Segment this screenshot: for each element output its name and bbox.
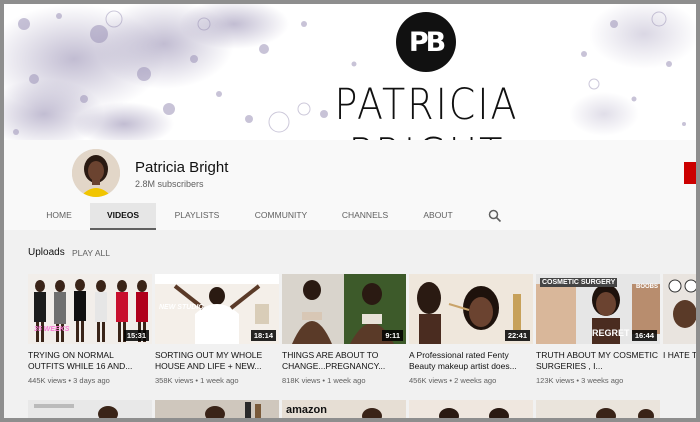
thumbnail-image: amazon	[282, 400, 406, 418]
video-meta: 818K views • 1 week ago	[282, 376, 366, 385]
subscribe-button[interactable]	[684, 162, 696, 184]
video-duration: 9:11	[382, 330, 403, 341]
video-meta: 123K views • 3 weeks ago	[536, 376, 624, 385]
video-card[interactable]: NEW STUDIO 18:14 SORTING OUT MY WHOLE HO…	[155, 274, 279, 385]
video-card[interactable]: 35 WEEKS 15:31 TRYING ON NORMAL OUTFITS …	[28, 274, 152, 385]
video-duration: 15:31	[123, 330, 149, 341]
video-thumbnail-row2[interactable]	[155, 400, 279, 418]
pb-logo-text: PB	[408, 26, 446, 58]
video-title[interactable]: A Professional rated Fenty Beauty makeup…	[409, 350, 533, 372]
banner-title: PATRICIA BRIGHT	[334, 80, 519, 140]
subscriber-count: 2.8M subscribers	[135, 179, 204, 189]
video-thumbnail-row2[interactable]: amazon	[282, 400, 406, 418]
video-thumbnail[interactable]: 35 WEEKS 15:31	[28, 274, 152, 344]
video-meta: 456K views • 2 weeks ago	[409, 376, 497, 385]
thumbnail-caption: 35 WEEKS	[34, 326, 70, 333]
thumbnail-caption: COSMETIC SURGERY	[540, 278, 618, 287]
thumbnail-image	[28, 400, 152, 418]
thumbnail-image	[155, 400, 279, 418]
avatar-portrait	[72, 149, 120, 197]
thumbnail-caption: NEW STUDIO	[159, 304, 204, 311]
tab-channels[interactable]: CHANNELS	[331, 203, 399, 228]
play-all-button[interactable]: PLAY ALL	[72, 248, 110, 258]
tab-home[interactable]: HOME	[32, 203, 86, 228]
video-card[interactable]: 9:11 THINGS ARE ABOUT TO CHANGE...PREGNA…	[282, 274, 406, 385]
thumbnail-caption-boobs: BOOBS	[636, 284, 659, 290]
thumbnail-image	[663, 274, 696, 344]
video-title[interactable]: TRYING ON NORMAL OUTFITS WHILE 16 AND...	[28, 350, 152, 372]
video-thumbnail[interactable]: NEW STUDIO 18:14	[155, 274, 279, 344]
uploads-heading: Uploads	[28, 247, 65, 258]
videos-grid-section: Uploads PLAY ALL 35 WEEKS 15:31 TRYING O…	[4, 230, 696, 418]
channel-name[interactable]: Patricia Bright	[135, 159, 228, 176]
video-thumbnail[interactable]: 22:41	[409, 274, 533, 344]
svg-text:amazon: amazon	[286, 404, 327, 416]
video-thumbnail[interactable]: 9:11	[282, 274, 406, 344]
video-title[interactable]: I HATE T... BEING...	[663, 350, 696, 372]
video-card[interactable]: COSMETIC SURGERY REGRET BOOBS 16:44 TRUT…	[536, 274, 660, 385]
tab-videos[interactable]: VIDEOS	[90, 203, 156, 230]
channel-header: Patricia Bright 2.8M subscribers HOME VI…	[4, 140, 696, 230]
thumbnail-image	[536, 400, 660, 418]
video-title[interactable]: THINGS ARE ABOUT TO CHANGE...PREGNANCY..…	[282, 350, 406, 372]
thumbnail-caption-regret: REGRET	[592, 328, 630, 338]
channel-banner: PB PATRICIA BRIGHT	[4, 4, 696, 140]
video-thumbnail-row2[interactable]	[536, 400, 660, 418]
video-title[interactable]: SORTING OUT MY WHOLE HOUSE AND LIFE + NE…	[155, 350, 279, 372]
channel-tabs: HOME VIDEOS PLAYLISTS COMMUNITY CHANNELS…	[4, 203, 696, 230]
video-meta: 445K views • 3 days ago	[28, 376, 110, 385]
video-duration: 16:44	[631, 330, 657, 341]
thumbnail-image	[409, 400, 533, 418]
video-thumbnail-row2[interactable]	[409, 400, 533, 418]
browser-frame: PB PATRICIA BRIGHT Patricia Bright 2.8M …	[4, 4, 696, 418]
video-card[interactable]: 22:41 A Professional rated Fenty Beauty …	[409, 274, 533, 385]
video-thumbnail[interactable]	[663, 274, 696, 344]
video-duration: 18:14	[250, 330, 276, 341]
video-thumbnail[interactable]: COSMETIC SURGERY REGRET BOOBS 16:44	[536, 274, 660, 344]
search-icon[interactable]	[488, 209, 502, 223]
video-meta: 358K views • 1 week ago	[155, 376, 239, 385]
video-thumbnail-row2[interactable]	[28, 400, 152, 418]
tab-about[interactable]: ABOUT	[412, 203, 464, 228]
video-card[interactable]: I HATE T... BEING...	[663, 274, 696, 372]
channel-avatar[interactable]	[72, 149, 120, 197]
pb-logo: PB	[396, 12, 456, 72]
video-duration: 22:41	[504, 330, 530, 341]
video-title[interactable]: TRUTH ABOUT MY COSMETIC SURGERIES , I...	[536, 350, 660, 372]
tab-community[interactable]: COMMUNITY	[244, 203, 318, 228]
tab-playlists[interactable]: PLAYLISTS	[164, 203, 230, 228]
